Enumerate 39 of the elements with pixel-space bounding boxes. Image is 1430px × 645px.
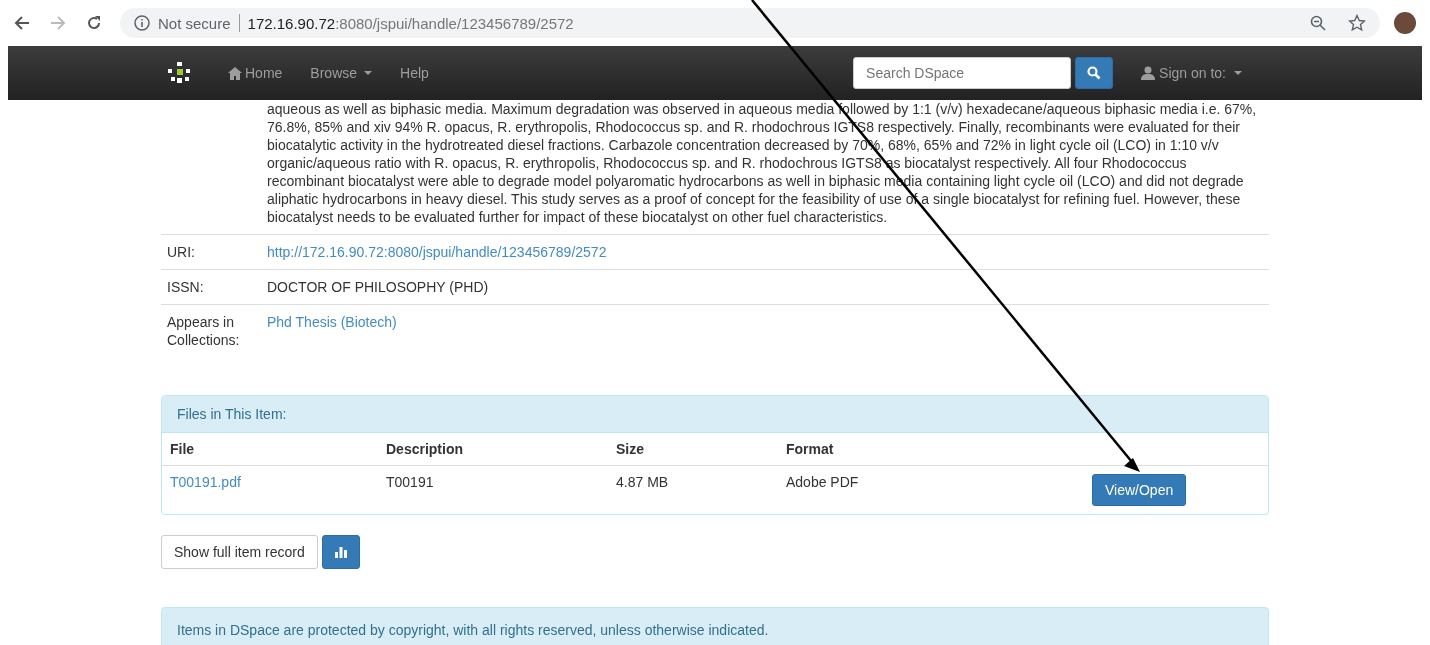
- panel-title: Files in This Item:: [162, 396, 1268, 433]
- column-header: Size: [608, 433, 778, 466]
- home-link[interactable]: Home: [214, 65, 297, 81]
- info-icon: [134, 15, 150, 31]
- field-label: ISSN:: [167, 278, 205, 296]
- column-header: Description: [378, 433, 608, 466]
- table-cell: T00191: [378, 465, 608, 514]
- help-link[interactable]: Help: [386, 65, 443, 81]
- security-label: Not secure: [158, 14, 231, 32]
- field-link[interactable]: http://172.16.90.72:8080/jspui/handle/123456789/2572: [267, 243, 1263, 261]
- home-icon: [228, 66, 242, 80]
- file-link[interactable]: T00191.pdf: [170, 474, 241, 490]
- copyright-notice: Items in DSpace are protected by copyright, with all rights reserved, unless otherwise indicated.: [161, 607, 1269, 645]
- star-icon[interactable]: [1348, 14, 1366, 32]
- logo-icon[interactable]: [168, 62, 192, 84]
- search-field[interactable]: Search DSpace: [853, 57, 1072, 89]
- statistics-button[interactable]: [321, 535, 360, 569]
- url-text: 172.16.90.72:8080/jspui/handle/123456789/2572: [247, 14, 574, 32]
- profile-avatar[interactable]: [1394, 12, 1416, 34]
- user-icon: [1141, 66, 1156, 80]
- browse-menu[interactable]: Browse: [296, 65, 387, 81]
- caret-icon: [364, 71, 373, 75]
- caret-icon: [1234, 71, 1242, 75]
- column-header: Format: [778, 433, 1084, 466]
- search-icon: [1087, 66, 1102, 80]
- search-button[interactable]: [1075, 57, 1114, 89]
- zoom-out-icon[interactable]: [1310, 15, 1326, 31]
- bar-chart-icon: [333, 546, 348, 558]
- field-label: URI:: [167, 243, 196, 261]
- address-bar[interactable]: Not secure 172.16.90.72:8080/jspui/handle/123456789/2572: [120, 8, 1380, 38]
- show-full-record-button[interactable]: Show full item record: [161, 535, 318, 569]
- table-cell: 4.87 MB: [608, 465, 778, 514]
- field-value: DOCTOR OF PHILOSOPHY (PHD): [267, 278, 490, 296]
- table-cell: Adobe PDF: [778, 465, 1084, 514]
- view-open-button[interactable]: View/Open: [1092, 474, 1187, 506]
- sign-on-menu[interactable]: Sign on to:: [1141, 65, 1242, 81]
- field-label: Appears in Collections:: [167, 313, 241, 349]
- field-link[interactable]: Phd Thesis (Biotech): [267, 313, 1263, 349]
- column-header: File: [162, 433, 378, 466]
